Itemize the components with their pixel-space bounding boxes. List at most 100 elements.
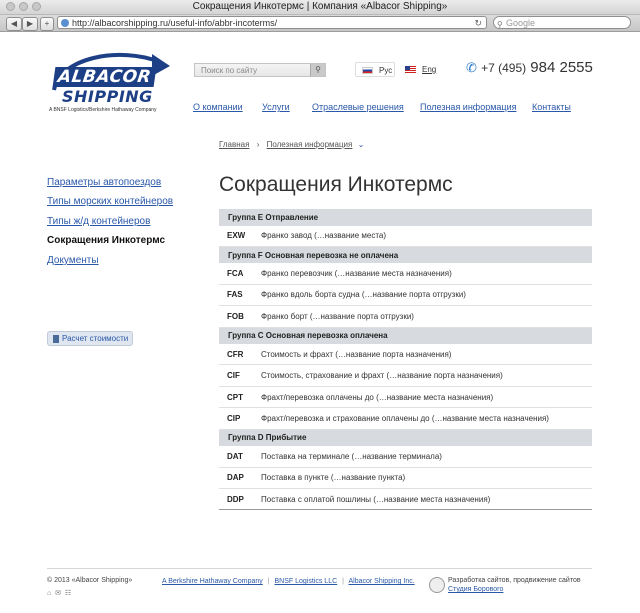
close-window-button[interactable] — [6, 2, 15, 11]
forward-button[interactable]: ▶ — [22, 17, 38, 31]
footer-links: A Berkshire Hathaway Company | BNSF Logi… — [162, 578, 415, 585]
add-bookmark-button[interactable]: + — [40, 17, 54, 31]
web-page: ALBACOR SHIPPING A BNSF Logistics/Berksh… — [0, 32, 640, 613]
table-group-header: Группа D Прибытие — [219, 429, 592, 447]
zoom-window-button[interactable] — [32, 2, 41, 11]
calc-cost-button[interactable]: Расчет стоимости — [47, 331, 134, 346]
footer-studio: Разработка сайтов, продвижение сайтов Ст… — [448, 576, 598, 594]
browser-search-placeholder: Google — [506, 18, 536, 28]
studio-logo-icon — [429, 577, 445, 593]
table-group-header: Группа F Основная перевозка не оплачена — [219, 246, 592, 264]
breadcrumb-current[interactable]: Полезная информация — [267, 140, 353, 149]
sidebar-item-documents[interactable]: Документы — [47, 255, 99, 266]
sidebar-item-sea-containers[interactable]: Типы морских контейнеров — [47, 196, 173, 207]
logo-subtitle: A BNSF Logistics/Berkshire Hathaway Comp… — [49, 107, 157, 113]
menu-item-about[interactable]: О компании — [193, 102, 243, 112]
breadcrumb-separator: › — [256, 140, 260, 149]
term-code: DDP — [219, 488, 261, 511]
term-description: Франко завод (…название места) — [261, 225, 592, 247]
phone-code: +7 (495) — [481, 61, 527, 75]
table-row: FAS Франко вдоль борта судна (…название п… — [219, 284, 592, 307]
refresh-icon[interactable]: ↻ — [474, 17, 482, 30]
site-logo[interactable]: ALBACOR SHIPPING A BNSF Logistics/Berksh… — [48, 46, 178, 113]
footer — [47, 568, 592, 569]
window-titlebar: Сокращения Инкотермс | Компания «Albacor… — [0, 0, 640, 15]
logo-text-shipping: SHIPPING — [62, 87, 153, 106]
menu-item-useful-info[interactable]: Полезная информация — [420, 102, 516, 112]
lang-ru-button[interactable]: Рус — [355, 62, 395, 77]
sidebar-item-rail-containers[interactable]: Типы ж/д контейнеров — [47, 216, 150, 227]
term-code: CFR — [219, 344, 261, 366]
incoterms-table: Группа E Отправление EXW Франко завод (…на… — [219, 209, 592, 511]
term-code: CIP — [219, 407, 261, 430]
footer-link-berkshire[interactable]: A Berkshire Hathaway Company — [162, 578, 263, 585]
table-row: CPT Фрахт/перевозка оплачены до (…названи… — [219, 386, 592, 409]
breadcrumb-home[interactable]: Главная — [219, 140, 249, 149]
window-controls — [6, 2, 45, 16]
sidebar-item-incoterms[interactable]: Сокращения Инкотермс — [47, 235, 165, 246]
group-title: Группа E Отправление — [219, 209, 592, 226]
footer-link-albacor[interactable]: Albacor Shipping Inc. — [349, 578, 415, 585]
menu-item-services[interactable]: Услуги — [262, 102, 290, 112]
minimize-window-button[interactable] — [19, 2, 28, 11]
table-row: FCA Франко перевозчик (…название места на… — [219, 263, 592, 285]
studio-text: Разработка сайтов, продвижение сайтов — [448, 577, 581, 584]
table-row: CIP Фрахт/перевозка и страхование оплачен… — [219, 407, 592, 430]
term-code: FAS — [219, 284, 261, 307]
term-description: Франко перевозчик (…название места назна… — [261, 263, 592, 285]
term-description: Франко борт (…название порта отгрузки) — [261, 305, 592, 328]
address-bar-text: http://albacorshipping.ru/useful-info/ab… — [72, 18, 278, 28]
globe-icon — [61, 19, 69, 27]
studio-link[interactable]: Студия Борового — [448, 586, 503, 593]
address-bar[interactable]: http://albacorshipping.ru/useful-info/ab… — [57, 16, 487, 29]
sitemap-icon[interactable]: ☷ — [65, 590, 71, 597]
page-title: Сокращения Инкотермс — [219, 173, 453, 196]
sidebar-item-truck-params[interactable]: Параметры автопоездов — [47, 177, 161, 188]
lang-en-button[interactable]: Eng — [405, 62, 436, 77]
table-group-header: Группа C Основная перевозка оплачена — [219, 327, 592, 345]
footer-link-bnsf[interactable]: BNSF Logistics LLC — [275, 578, 338, 585]
site-search-input[interactable]: Поиск по сайту ⚲ — [194, 63, 326, 77]
footer-copyright: © 2013 «Albacor Shipping» — [47, 577, 133, 584]
menu-item-contacts[interactable]: Контакты — [532, 102, 571, 112]
table-group-header: Группа E Отправление — [219, 209, 592, 226]
term-description: Стоимость и фрахт (…название порта назна… — [261, 344, 592, 366]
term-code: EXW — [219, 225, 261, 247]
term-code: FCA — [219, 263, 261, 285]
table-row: FOB Франко борт (…название порта отгрузки… — [219, 305, 592, 328]
table-row: EXW Франко завод (…название места) — [219, 225, 592, 247]
group-title: Группа C Основная перевозка оплачена — [219, 327, 592, 345]
group-title: Группа F Основная перевозка не оплачена — [219, 246, 592, 264]
usa-flag-icon — [405, 66, 416, 74]
term-description: Поставка в пункте (…название пункта) — [261, 467, 592, 489]
phone-icon: ✆ — [466, 60, 477, 75]
search-icon[interactable]: ⚲ — [310, 64, 325, 76]
browser-search-field[interactable]: ⚲ Google — [493, 16, 631, 29]
phone-main: 984 2555 — [530, 59, 593, 76]
term-code: FOB — [219, 305, 261, 328]
table-row: DAP Поставка в пункте (…название пункта) — [219, 467, 592, 489]
lang-en-label: Eng — [422, 65, 437, 74]
table-row: DAT Поставка на терминале (…название терм… — [219, 446, 592, 468]
term-description: Фрахт/перевозка и страхование оплачены д… — [261, 407, 592, 430]
phone-number: ✆ +7 (495) 984 2555 — [466, 59, 593, 76]
menu-item-industry[interactable]: Отраслевые решения — [312, 102, 404, 112]
term-description: Поставка на терминале (…название термина… — [261, 446, 592, 468]
footer-icons: ⌂ ✉ ☷ — [47, 589, 71, 597]
group-title: Группа D Прибытие — [219, 429, 592, 447]
term-description: Поставка с оплатой пошлины (…название ме… — [261, 488, 592, 511]
table-row: CFR Стоимость и фрахт (…название порта на… — [219, 344, 592, 366]
calculator-icon — [53, 334, 59, 343]
chevron-down-icon[interactable]: ⌄ — [358, 140, 365, 149]
term-code: CIF — [219, 364, 261, 387]
search-icon: ⚲ — [497, 20, 503, 29]
term-code: DAT — [219, 446, 261, 468]
term-code: DAP — [219, 467, 261, 489]
breadcrumb: Главная › Полезная информация ⌄ — [219, 140, 364, 149]
back-button[interactable]: ◀ — [6, 17, 22, 31]
mail-icon[interactable]: ✉ — [55, 590, 61, 597]
browser-toolbar: ◀ ▶ + http://albacorshipping.ru/useful-i… — [0, 15, 640, 32]
logo-text-albacor: ALBACOR — [52, 67, 157, 87]
site-search-placeholder: Поиск по сайту — [201, 66, 258, 75]
home-icon[interactable]: ⌂ — [47, 590, 51, 597]
